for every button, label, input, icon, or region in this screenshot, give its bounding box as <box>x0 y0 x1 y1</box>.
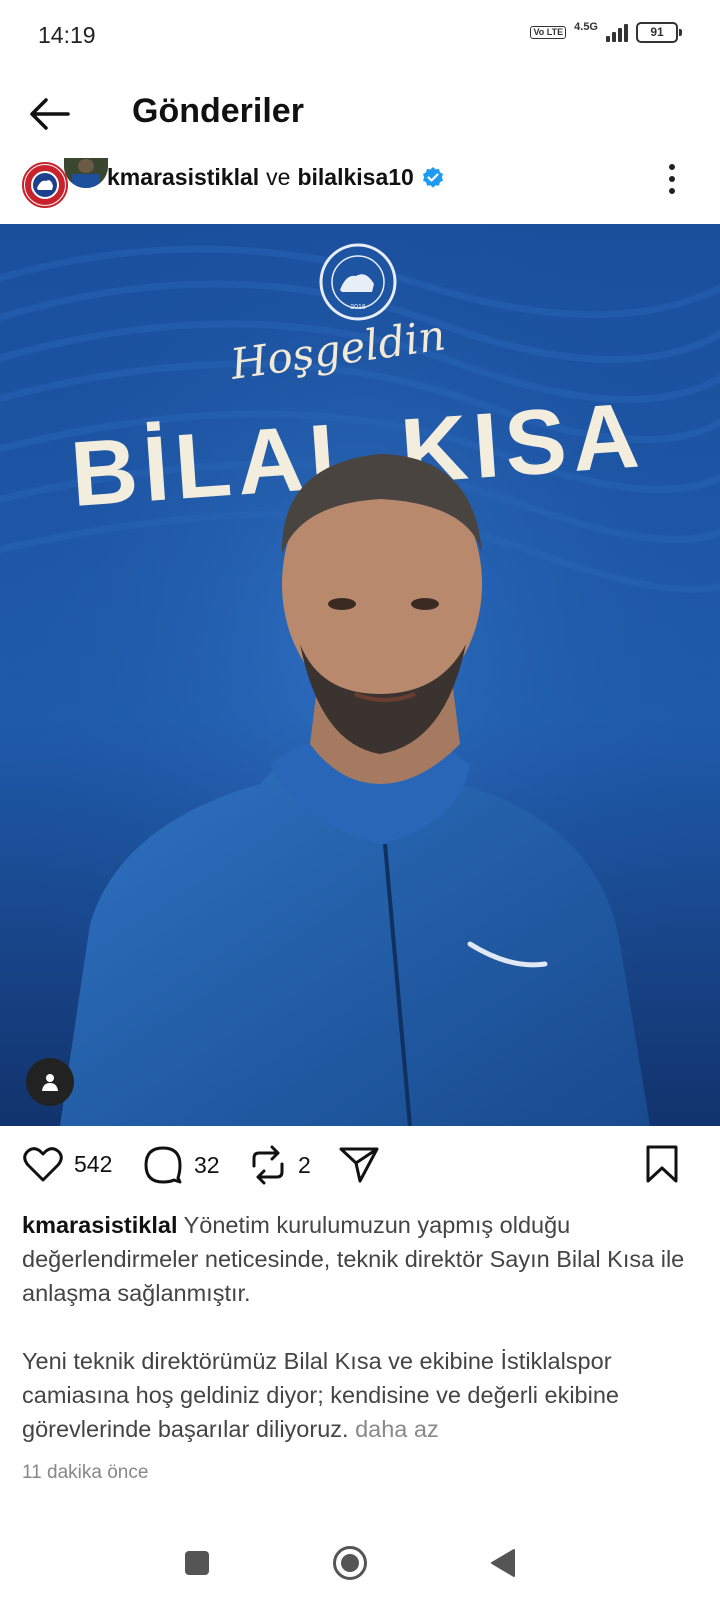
post-caption: kmarasistiklal Yönetim kurulumuzun yapmı… <box>22 1208 702 1446</box>
triangle-back-icon <box>491 1549 515 1577</box>
save-button[interactable] <box>644 1144 680 1184</box>
caption-paragraph-2: Yeni teknik direktörümüz Bilal Kısa ve e… <box>22 1348 619 1442</box>
system-nav-bar <box>0 1520 720 1600</box>
recents-button[interactable] <box>172 1538 222 1588</box>
post-actions: 542 32 2 <box>0 1130 720 1200</box>
comment-icon <box>144 1146 182 1184</box>
comment-count: 32 <box>194 1151 220 1178</box>
status-bar: 14:19 Vo LTE 4.5G 91 <box>0 0 720 70</box>
author-avatar[interactable] <box>22 162 68 208</box>
status-icons: Vo LTE 4.5G 91 <box>530 20 682 43</box>
top-header: Gönderiler <box>0 80 720 150</box>
more-options-button[interactable] <box>662 160 682 200</box>
like-count: 542 <box>74 1150 113 1177</box>
author-conjunction: ve <box>266 164 291 190</box>
back-button[interactable] <box>26 94 76 138</box>
author-names: kmarasistiklal ve bilalkisa10 <box>107 164 445 191</box>
battery-level: 91 <box>650 25 664 39</box>
post-timestamp: 11 dakika önce <box>22 1462 149 1483</box>
network-type: 4.5G <box>574 20 598 33</box>
volte-icon: Vo LTE <box>530 26 567 39</box>
tagged-users-button[interactable] <box>26 1058 74 1106</box>
like-button[interactable]: 542 <box>22 1144 112 1184</box>
verified-badge-icon <box>422 166 443 188</box>
badge-year: 2016 <box>350 304 366 311</box>
caption-username[interactable]: kmarasistiklal <box>22 1212 177 1238</box>
repost-count: 2 <box>298 1151 311 1178</box>
circle-icon <box>333 1546 367 1580</box>
coauthor-username[interactable]: bilalkisa10 <box>297 164 413 191</box>
bookmark-icon <box>646 1145 678 1183</box>
comment-button[interactable]: 32 <box>142 1144 220 1186</box>
page-title: Gönderiler <box>132 92 304 130</box>
post-image[interactable]: 2016 Hoşgeldin BİLAL KISA <box>0 224 720 1126</box>
repost-icon <box>252 1145 284 1185</box>
square-icon <box>185 1551 209 1575</box>
signal-icon <box>606 23 628 42</box>
person-icon <box>42 1074 58 1091</box>
club-badge-icon: 2016 <box>319 243 397 321</box>
author-username[interactable]: kmarasistiklal <box>107 164 259 191</box>
post-author-row: kmarasistiklal ve bilalkisa10 <box>0 150 720 220</box>
coauthor-avatar[interactable] <box>64 158 108 188</box>
system-back-button[interactable] <box>478 1538 528 1588</box>
home-button[interactable] <box>325 1538 375 1588</box>
status-time: 14:19 <box>38 22 96 48</box>
show-less-link[interactable]: daha az <box>355 1416 439 1442</box>
share-button[interactable] <box>338 1144 380 1184</box>
heart-icon <box>23 1147 63 1182</box>
battery-icon: 91 <box>636 22 682 43</box>
arrow-left-icon <box>30 98 70 130</box>
author-avatars[interactable] <box>22 158 108 210</box>
repost-button[interactable]: 2 <box>248 1144 311 1186</box>
send-icon <box>339 1147 379 1183</box>
